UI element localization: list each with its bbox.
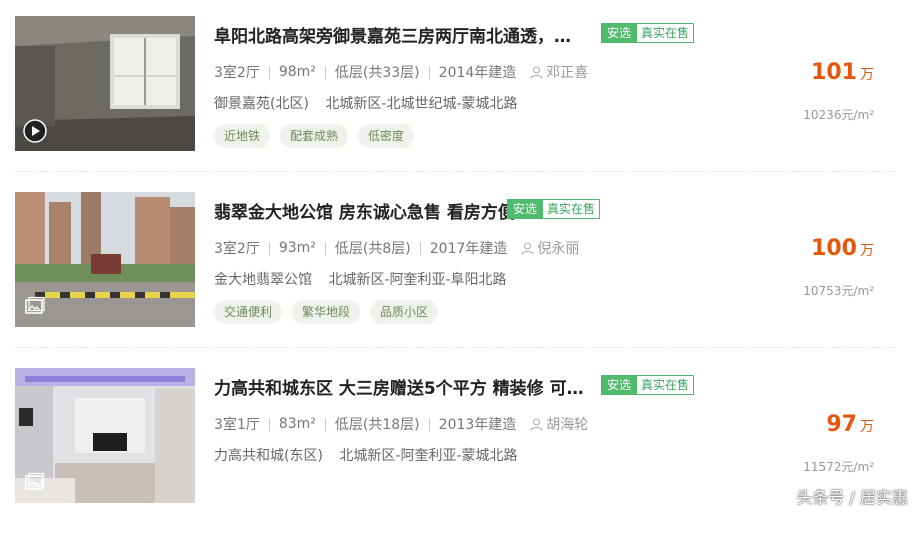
- layout: 3室1厅: [214, 417, 260, 433]
- price-unit: 万: [860, 419, 874, 435]
- district-link[interactable]: 北城新区-北城世纪城-蒙城北路: [325, 96, 517, 112]
- divider: [324, 417, 326, 431]
- divider: [268, 417, 270, 431]
- listing-address: 金大地翡翠公馆 北城新区-阿奎利亚-阜阳北路: [214, 269, 519, 289]
- listing-specs: 3室2厅 98m² 低层(共33层) 2014年建造 邓正喜: [214, 62, 588, 82]
- unit-price: 11572元/m²: [803, 460, 874, 474]
- layout: 3室2厅: [214, 241, 260, 257]
- real-sale-badge: 真实在售: [637, 375, 695, 395]
- build-year: 2014年建造: [438, 65, 517, 81]
- price-value: 100: [811, 236, 857, 261]
- area: 83m²: [278, 416, 316, 432]
- listing-photo[interactable]: [15, 368, 195, 503]
- community-link[interactable]: 力高共和城(东区): [214, 448, 323, 464]
- floor: 低层(共8层): [334, 241, 411, 257]
- listing-title[interactable]: 力高共和城东区 大三房赠送5个平方 精装修 可拎包入住: [214, 374, 586, 399]
- total-price: 100 万: [811, 236, 874, 261]
- listing-specs: 3室1厅 83m² 低层(共18层) 2013年建造 胡海轮: [214, 414, 588, 434]
- listing-card[interactable]: 翡翠金大地公馆 房东诚心急售 看房方便 安选 真实在售 3室2厅 93m² 低层…: [0, 192, 918, 368]
- feature-tag: 近地铁: [214, 124, 271, 148]
- agent[interactable]: 邓正喜: [530, 62, 588, 82]
- play-icon[interactable]: [23, 119, 47, 143]
- verification-tags: 安选 真实在售: [601, 375, 695, 395]
- listing-divider: [15, 171, 895, 172]
- floor: 低层(共33层): [334, 65, 420, 81]
- total-price: 97 万: [826, 412, 874, 437]
- listing-address: 御景嘉苑(北区) 北城新区-北城世纪城-蒙城北路: [214, 93, 530, 113]
- listing-divider: [15, 347, 895, 348]
- feature-tag: 繁华地段: [292, 300, 361, 324]
- divider: [428, 65, 430, 79]
- community-link[interactable]: 金大地翡翠公馆: [214, 272, 312, 288]
- price-value: 97: [826, 412, 857, 437]
- feature-tag: 交通便利: [214, 300, 283, 324]
- layout: 3室2厅: [214, 65, 260, 81]
- anxuan-badge: 安选: [507, 199, 544, 219]
- listing-photo[interactable]: [15, 16, 195, 151]
- price-unit: 万: [860, 243, 874, 259]
- real-sale-badge: 真实在售: [637, 23, 695, 43]
- floor: 低层(共18层): [334, 417, 420, 433]
- person-icon: [530, 418, 543, 431]
- divider: [324, 241, 326, 255]
- agent-name: 邓正喜: [546, 65, 589, 81]
- district-link[interactable]: 北城新区-阿奎利亚-蒙城北路: [339, 448, 517, 464]
- listing-title[interactable]: 阜阳北路高架旁御景嘉苑三房两厅南北通透，业主诚心出售: [214, 22, 586, 47]
- anxuan-badge: 安选: [601, 375, 638, 395]
- listing-address: 力高共和城(东区) 北城新区-阿奎利亚-蒙城北路: [214, 445, 530, 465]
- area: 93m²: [278, 240, 316, 256]
- area: 98m²: [278, 64, 316, 80]
- listing-title[interactable]: 翡翠金大地公馆 房东诚心急售 看房方便: [214, 198, 515, 223]
- feature-tag: 低密度: [358, 124, 415, 148]
- feature-tag: 品质小区: [370, 300, 439, 324]
- listing-photo[interactable]: [15, 192, 195, 327]
- listing-specs: 3室2厅 93m² 低层(共8层) 2017年建造 倪永丽: [214, 238, 579, 258]
- district-link[interactable]: 北城新区-阿奎利亚-阜阳北路: [328, 272, 506, 288]
- agent[interactable]: 倪永丽: [521, 238, 579, 258]
- watermark: 头条号 / 居实惠: [796, 488, 908, 507]
- community-link[interactable]: 御景嘉苑(北区): [214, 96, 309, 112]
- anxuan-badge: 安选: [601, 23, 638, 43]
- gallery-icon[interactable]: [23, 295, 47, 319]
- divider: [428, 417, 430, 431]
- agent[interactable]: 胡海轮: [530, 414, 588, 434]
- unit-price: 10236元/m²: [803, 108, 874, 122]
- agent-name: 倪永丽: [537, 241, 580, 257]
- divider: [324, 65, 326, 79]
- person-icon: [521, 242, 534, 255]
- total-price: 101 万: [811, 60, 874, 85]
- verification-tags: 安选 真实在售: [601, 23, 695, 43]
- price-value: 101: [811, 60, 857, 85]
- listing-card[interactable]: 力高共和城东区 大三房赠送5个平方 精装修 可拎包入住 安选 真实在售 3室1厅…: [0, 368, 918, 544]
- gallery-icon[interactable]: [23, 471, 47, 495]
- feature-tags: 近地铁 配套成熟 低密度: [214, 124, 424, 148]
- divider: [419, 241, 421, 255]
- person-icon: [530, 66, 543, 79]
- agent-name: 胡海轮: [546, 417, 589, 433]
- feature-tag: 配套成熟: [280, 124, 349, 148]
- unit-price: 10753元/m²: [803, 284, 874, 298]
- real-sale-badge: 真实在售: [543, 199, 601, 219]
- verification-tags: 安选 真实在售: [507, 199, 601, 219]
- build-year: 2013年建造: [438, 417, 517, 433]
- price-unit: 万: [860, 67, 874, 83]
- feature-tags: 交通便利 繁华地段 品质小区: [214, 300, 448, 324]
- listing-card[interactable]: 阜阳北路高架旁御景嘉苑三房两厅南北通透，业主诚心出售 安选 真实在售 3室2厅 …: [0, 16, 918, 192]
- divider: [268, 241, 270, 255]
- build-year: 2017年建造: [429, 241, 508, 257]
- divider: [268, 65, 270, 79]
